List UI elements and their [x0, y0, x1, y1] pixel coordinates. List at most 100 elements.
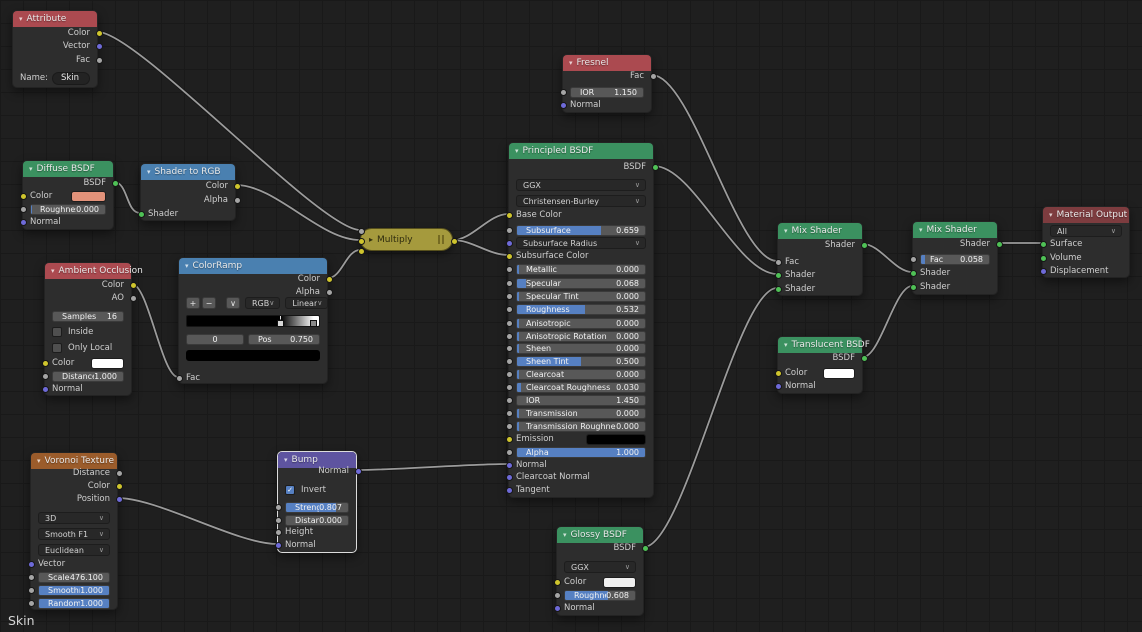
socket-gray[interactable]: [650, 73, 657, 80]
node-header[interactable]: ▾Material Output: [1043, 207, 1129, 223]
socket-gray[interactable]: [506, 345, 513, 352]
field-clearcoat-roughness[interactable]: Clearcoat Roughness0.030: [516, 382, 646, 393]
socket-gray[interactable]: [506, 320, 513, 327]
field-smoothness[interactable]: Smoothness1.000: [38, 585, 110, 596]
field-specular-tint[interactable]: Specular Tint0.000: [516, 291, 646, 302]
socket-yellow[interactable]: [506, 436, 513, 443]
socket-gray[interactable]: [234, 197, 241, 204]
field-distance[interactable]: Distance1.000: [52, 371, 124, 382]
socket-yellow[interactable]: [326, 276, 333, 283]
socket-gray[interactable]: [506, 227, 513, 234]
field-sheen-tint[interactable]: Sheen Tint0.500: [516, 356, 646, 367]
collapse-icon[interactable]: ▸: [369, 235, 373, 244]
socket-purple[interactable]: [1040, 268, 1047, 275]
dropdown-3d[interactable]: 3D∨: [38, 512, 110, 524]
collapse-icon[interactable]: ▾: [51, 268, 55, 275]
socket-gray[interactable]: [506, 397, 513, 404]
node-material-output[interactable]: ▾Material OutputAll∨SurfaceVolumeDisplac…: [1042, 206, 1130, 278]
collapse-icon[interactable]: ▾: [784, 228, 788, 235]
socket-gray[interactable]: [116, 470, 123, 477]
field-transmission-roughness[interactable]: Transmission Roughness0.000: [516, 421, 646, 432]
socket-gray[interactable]: [28, 600, 35, 607]
field-subsurface[interactable]: Subsurface0.659: [516, 225, 646, 236]
field-fac[interactable]: Fac0.058: [920, 254, 990, 265]
field-sheen[interactable]: Sheen0.000: [516, 343, 646, 354]
node-mix-shader-1[interactable]: ▾Mix ShaderShaderFacShaderShader: [777, 222, 863, 296]
socket-gray[interactable]: [28, 587, 35, 594]
socket-gray[interactable]: [506, 280, 513, 287]
collapse-icon[interactable]: ▾: [284, 457, 288, 464]
ramp-options-dropdown[interactable]: ∨: [226, 297, 240, 309]
socket-gray[interactable]: [560, 89, 567, 96]
node-fresnel[interactable]: ▾FresnelFacIOR1.150Normal: [562, 54, 652, 113]
socket-green[interactable]: [652, 164, 659, 171]
node-header[interactable]: ▾Shader to RGB: [141, 164, 235, 180]
collapse-icon[interactable]: ▾: [37, 458, 41, 465]
ramp-selected-color-swatch[interactable]: [186, 350, 320, 361]
node-header[interactable]: ▾Fresnel: [563, 55, 651, 71]
field-scale[interactable]: Scale476.100: [38, 572, 110, 583]
socket-gray[interactable]: [275, 529, 282, 536]
socket-yellow[interactable]: [96, 30, 103, 37]
socket-gray[interactable]: [42, 373, 49, 380]
socket-gray[interactable]: [358, 228, 365, 235]
field-samples[interactable]: Samples16: [52, 311, 124, 322]
socket-purple[interactable]: [275, 542, 282, 549]
dropdown-ggx[interactable]: GGX∨: [564, 561, 636, 573]
field-roughness[interactable]: Roughness0.532: [516, 304, 646, 315]
socket-yellow[interactable]: [358, 248, 365, 255]
socket-yellow[interactable]: [234, 183, 241, 190]
node-bump[interactable]: ▾BumpNormal✓InvertStrength0.807Distance0…: [277, 451, 357, 553]
node-colorramp[interactable]: ▾ColorRampColorAlpha+−∨RGB∨Linear∨0Pos0.…: [178, 257, 328, 384]
socket-purple[interactable]: [355, 468, 362, 475]
node-ambient-occlusion[interactable]: ▾Ambient OcclusionColorAOSamples16Inside…: [44, 262, 132, 396]
socket-purple[interactable]: [116, 496, 123, 503]
color-swatch[interactable]: [91, 358, 124, 369]
socket-gray[interactable]: [506, 306, 513, 313]
socket-gray[interactable]: [506, 410, 513, 417]
field-randomness[interactable]: Randomness1.000: [38, 598, 110, 609]
socket-gray[interactable]: [506, 266, 513, 273]
socket-green[interactable]: [138, 211, 145, 218]
checkbox-invert[interactable]: ✓: [285, 485, 295, 495]
color-swatch[interactable]: [823, 368, 855, 379]
dropdown-ggx[interactable]: GGX∨: [516, 179, 646, 191]
field-anisotropic-rotation[interactable]: Anisotropic Rotation0.000: [516, 331, 646, 342]
collapse-icon[interactable]: ▾: [29, 166, 33, 173]
socket-yellow[interactable]: [506, 212, 513, 219]
collapse-icon[interactable]: ▾: [784, 342, 788, 349]
socket-gray[interactable]: [554, 592, 561, 599]
ramp-gradient[interactable]: [186, 315, 320, 327]
socket-gray[interactable]: [506, 423, 513, 430]
socket-gray[interactable]: [326, 289, 333, 296]
color-swatch[interactable]: [603, 577, 636, 588]
socket-purple[interactable]: [28, 561, 35, 568]
field-ior[interactable]: IOR1.150: [570, 87, 644, 98]
node-header[interactable]: ▾Attribute: [13, 11, 97, 27]
node-shader-to-rgb[interactable]: ▾Shader to RGBColorAlphaShader: [140, 163, 236, 221]
field-metallic[interactable]: Metallic0.000: [516, 264, 646, 275]
color-swatch[interactable]: [586, 434, 646, 445]
socket-yellow[interactable]: [451, 238, 458, 245]
ramp-position-field[interactable]: Pos0.750: [248, 334, 320, 345]
socket-green[interactable]: [775, 272, 782, 279]
node-header[interactable]: ▾Principled BSDF: [509, 143, 653, 159]
checkbox-only-local[interactable]: [52, 343, 62, 353]
dropdown-euclidean[interactable]: Euclidean∨: [38, 544, 110, 556]
socket-yellow[interactable]: [130, 282, 137, 289]
collapse-icon[interactable]: ▾: [19, 16, 23, 23]
collapse-icon[interactable]: ▾: [1049, 212, 1053, 219]
socket-green[interactable]: [642, 545, 649, 552]
socket-gray[interactable]: [775, 259, 782, 266]
color-swatch[interactable]: [71, 191, 106, 202]
socket-gray[interactable]: [130, 295, 137, 302]
node-glossy-bsdf[interactable]: ▾Glossy BSDFBSDFGGX∨ColorRoughness0.608N…: [556, 526, 644, 616]
socket-purple[interactable]: [554, 605, 561, 612]
node-header[interactable]: ▾ColorRamp: [179, 258, 327, 274]
socket-green[interactable]: [861, 242, 868, 249]
dropdown-all[interactable]: All∨: [1050, 225, 1122, 237]
socket-gray[interactable]: [506, 371, 513, 378]
node-header[interactable]: ▾Ambient Occlusion: [45, 263, 131, 279]
socket-gray[interactable]: [96, 57, 103, 64]
socket-yellow[interactable]: [20, 193, 27, 200]
